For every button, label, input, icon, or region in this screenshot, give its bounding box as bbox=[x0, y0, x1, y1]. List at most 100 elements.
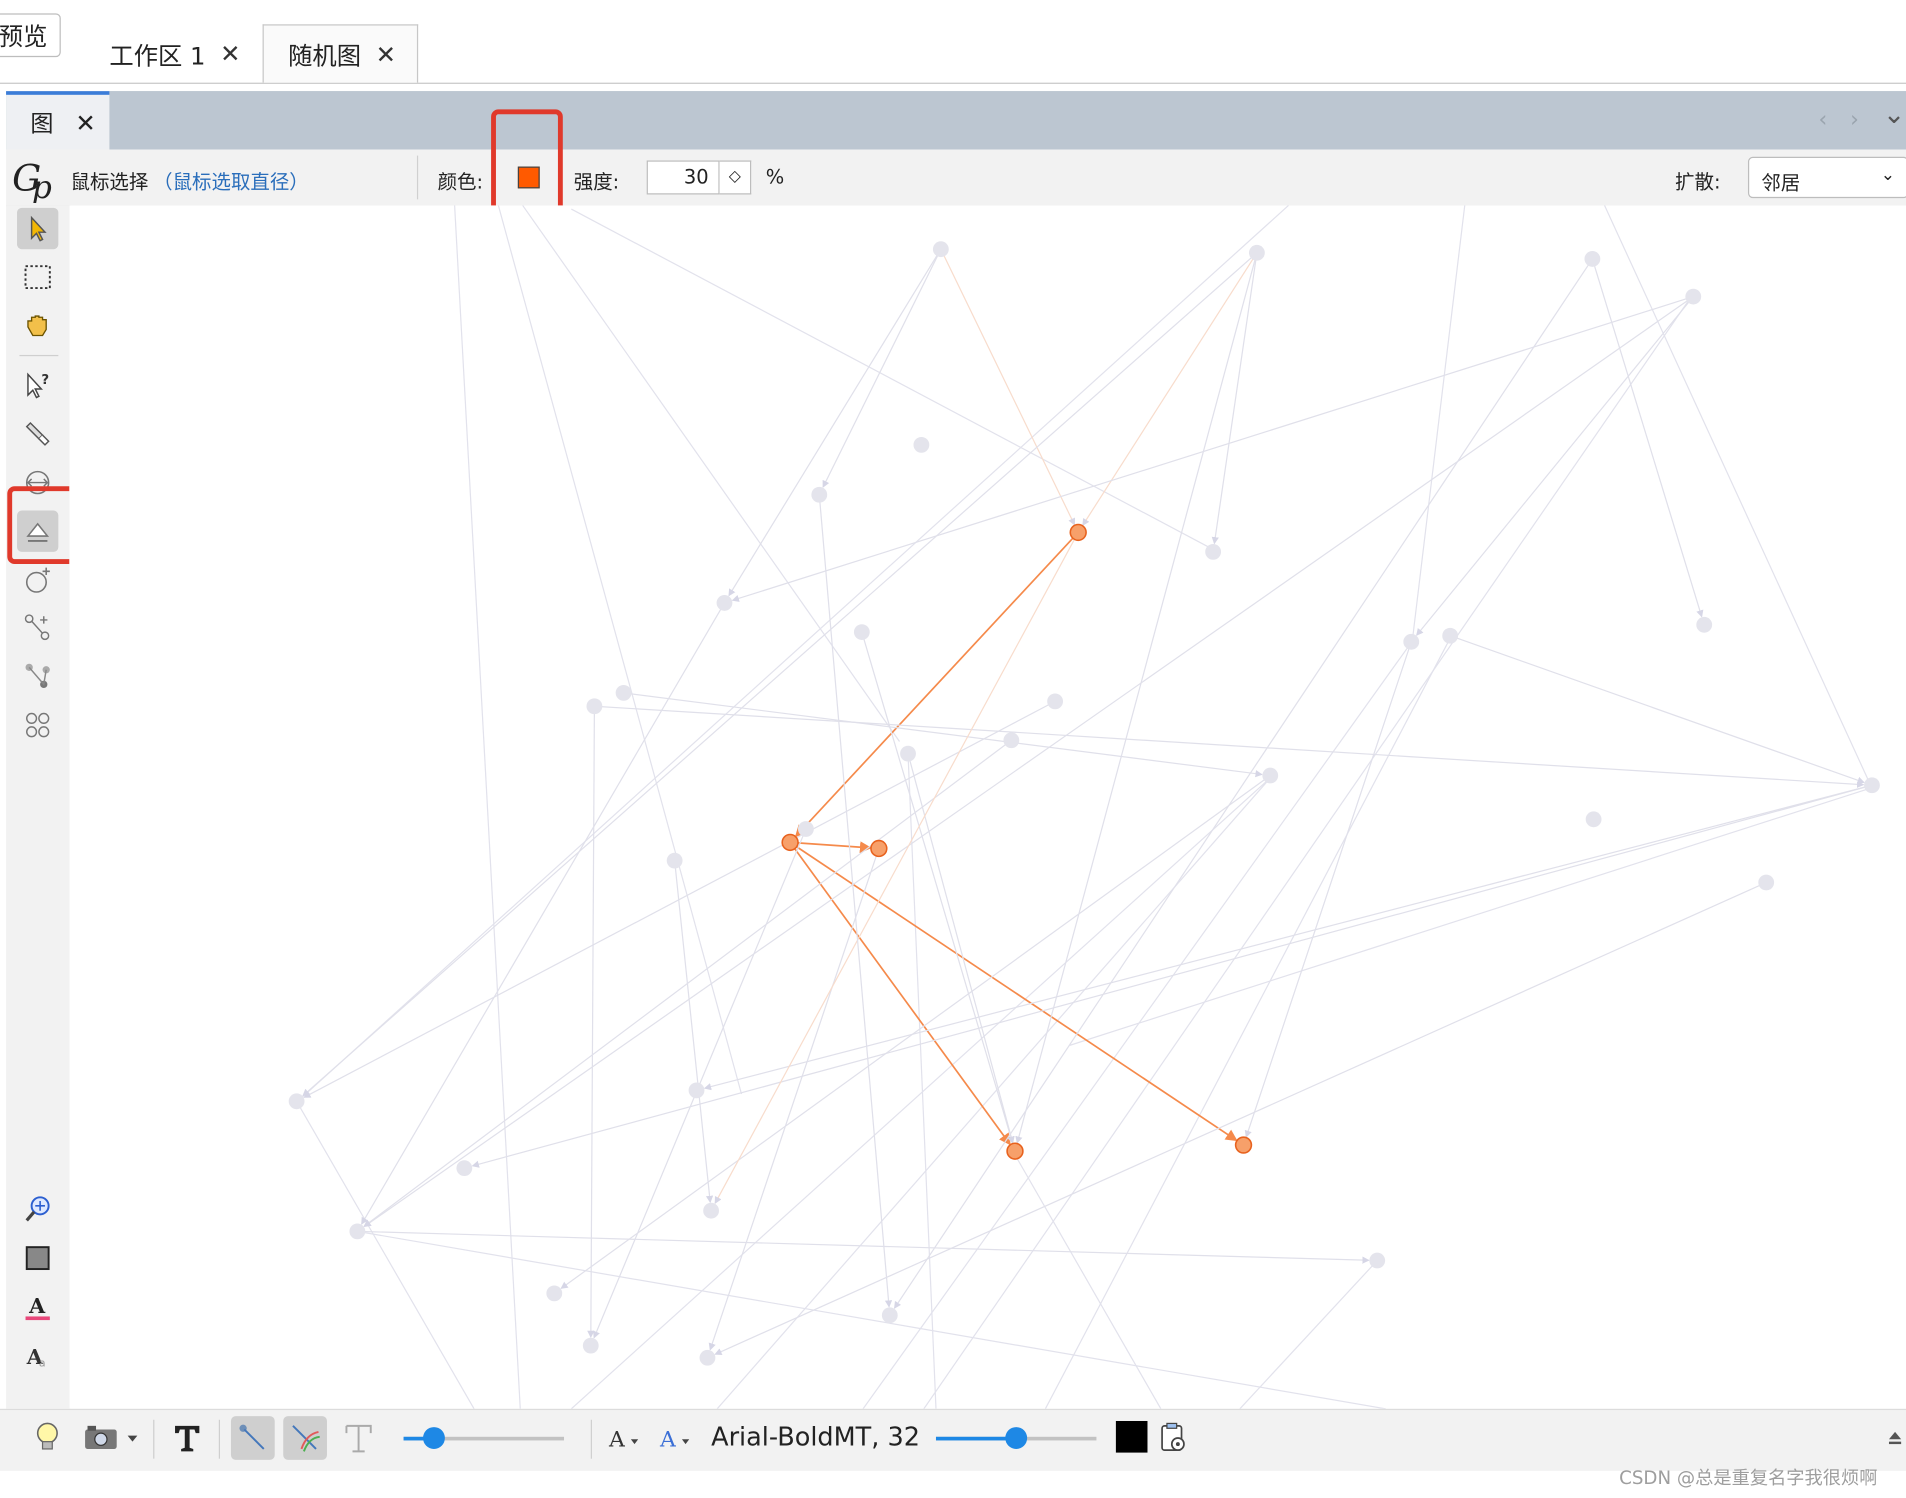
lightbulb-icon[interactable] bbox=[29, 1416, 65, 1460]
preview-button[interactable]: 预览 bbox=[0, 13, 61, 58]
graph-edge-faded bbox=[560, 775, 1271, 1289]
drag-hand-icon[interactable] bbox=[17, 305, 58, 346]
background-color-icon[interactable] bbox=[17, 1237, 58, 1278]
font-color-blue-icon[interactable]: A bbox=[656, 1416, 692, 1460]
graph-node[interactable] bbox=[688, 1082, 705, 1099]
font-color-icon[interactable]: A bbox=[17, 1286, 58, 1327]
svg-text:p: p bbox=[32, 170, 52, 203]
node-pencil-icon[interactable] bbox=[17, 655, 58, 696]
direct-select-icon[interactable] bbox=[17, 207, 59, 250]
graph-node[interactable] bbox=[1585, 811, 1602, 828]
eject-icon[interactable] bbox=[1884, 1416, 1906, 1460]
show-edges-icon[interactable] bbox=[230, 1416, 275, 1460]
close-icon[interactable]: ✕ bbox=[220, 39, 240, 68]
graph-node[interactable] bbox=[1864, 777, 1880, 794]
font-size-icon[interactable]: A bbox=[605, 1416, 641, 1460]
font-size-slider[interactable] bbox=[935, 1423, 1097, 1452]
graph-node[interactable] bbox=[1442, 627, 1459, 644]
close-icon[interactable]: ✕ bbox=[376, 40, 396, 69]
graph-node-highlighted[interactable] bbox=[781, 833, 799, 852]
graph-node[interactable] bbox=[1685, 288, 1702, 305]
chevron-left-icon[interactable]: ‹ bbox=[1818, 107, 1827, 133]
graph-node[interactable] bbox=[1205, 543, 1222, 560]
chevron-down-icon[interactable]: ⌄ bbox=[1883, 100, 1905, 130]
tool-mode-label: 鼠标选择 bbox=[70, 170, 149, 194]
screenshot-camera-icon[interactable] bbox=[80, 1416, 141, 1460]
color-label: 颜色: bbox=[437, 170, 484, 194]
divider bbox=[19, 354, 59, 357]
divider bbox=[590, 1419, 592, 1459]
spinner-icon[interactable]: ◇ bbox=[719, 160, 752, 195]
graph-edge-faded bbox=[587, 706, 596, 1339]
edge-color-icon[interactable] bbox=[283, 1416, 327, 1460]
tab-workspace-1[interactable]: 工作区 1 ✕ bbox=[97, 24, 262, 82]
graph-node[interactable] bbox=[811, 486, 828, 503]
clipboard-settings-icon[interactable] bbox=[1155, 1416, 1191, 1460]
add-node-icon[interactable] bbox=[17, 559, 58, 600]
tab-label: 工作区 1 bbox=[109, 40, 206, 70]
graph-node-highlighted[interactable] bbox=[1069, 523, 1087, 542]
graph-node[interactable] bbox=[1758, 874, 1775, 891]
graph-node[interactable] bbox=[615, 684, 632, 701]
graph-node[interactable] bbox=[798, 821, 814, 837]
graph-edge-faded bbox=[623, 692, 1263, 778]
rect-select-icon[interactable] bbox=[17, 256, 58, 297]
edge-labels-icon[interactable] bbox=[340, 1416, 376, 1460]
cluster-icon[interactable] bbox=[17, 704, 58, 745]
graph-edge-faded bbox=[714, 532, 1079, 1205]
tab-label: 随机图 bbox=[288, 41, 362, 71]
graph-node-highlighted[interactable] bbox=[1234, 1136, 1253, 1154]
graph-edge-faded bbox=[522, 205, 901, 742]
graph-node[interactable] bbox=[456, 1160, 473, 1177]
graph-node[interactable] bbox=[586, 698, 603, 715]
graph-panel-header bbox=[6, 91, 1906, 150]
graph-node[interactable] bbox=[1403, 633, 1420, 650]
graph-node[interactable] bbox=[1696, 616, 1713, 633]
graph-edge-faded bbox=[1449, 635, 1865, 784]
painter-brush-icon[interactable] bbox=[17, 413, 58, 454]
tab-graph[interactable]: 图 ✕ bbox=[6, 91, 110, 150]
graph-node[interactable] bbox=[582, 1337, 599, 1354]
graph-node[interactable] bbox=[1248, 244, 1265, 261]
graph-edge-faded bbox=[296, 1100, 475, 1409]
graph-canvas[interactable] bbox=[69, 205, 1906, 1409]
font-name-label[interactable]: Arial-BoldMT, 32 bbox=[711, 1422, 920, 1451]
node-size-slider[interactable] bbox=[403, 1423, 565, 1452]
graph-node[interactable] bbox=[1003, 732, 1020, 749]
graph-node-highlighted[interactable] bbox=[1006, 1142, 1024, 1160]
spread-dropdown[interactable]: 邻居 ⌄ bbox=[1747, 156, 1906, 199]
graph-node[interactable] bbox=[288, 1093, 305, 1110]
chevron-right-icon[interactable]: › bbox=[1850, 107, 1859, 133]
graph-node[interactable] bbox=[716, 595, 733, 611]
add-edge-icon[interactable] bbox=[17, 607, 58, 648]
tab-random-graph[interactable]: 随机图 ✕ bbox=[262, 24, 419, 83]
graph-edge-faded bbox=[471, 784, 1873, 1168]
label-color-swatch[interactable] bbox=[1115, 1420, 1148, 1453]
graph-node[interactable] bbox=[913, 436, 930, 453]
graph-node[interactable] bbox=[1584, 251, 1601, 267]
graph-node[interactable] bbox=[853, 624, 870, 640]
graph-node[interactable] bbox=[349, 1223, 366, 1240]
close-icon[interactable]: ✕ bbox=[75, 108, 95, 137]
graph-node[interactable] bbox=[1262, 767, 1279, 784]
graph-edge-faded bbox=[1244, 641, 1412, 1138]
graph-node[interactable] bbox=[666, 852, 683, 869]
graph-node[interactable] bbox=[1369, 1252, 1386, 1269]
graph-edge-faded bbox=[357, 1230, 1386, 1409]
svg-text:?: ? bbox=[41, 373, 49, 388]
graph-node[interactable] bbox=[900, 745, 916, 762]
graph-node-highlighted[interactable] bbox=[870, 839, 888, 858]
graph-node[interactable] bbox=[546, 1285, 563, 1302]
graph-node[interactable] bbox=[932, 241, 949, 258]
svg-text:A: A bbox=[659, 1428, 677, 1453]
graph-node[interactable] bbox=[1047, 693, 1064, 710]
graph-node[interactable] bbox=[699, 1349, 716, 1366]
watermark-text: CSDN @总是重复名字我很烦啊 bbox=[1619, 1467, 1878, 1490]
graph-node[interactable] bbox=[881, 1307, 898, 1324]
show-labels-icon[interactable] bbox=[168, 1416, 207, 1460]
zoom-center-icon[interactable] bbox=[17, 1189, 58, 1230]
intensity-input[interactable]: 30 bbox=[646, 160, 720, 195]
edit-query-icon[interactable]: ? bbox=[17, 365, 58, 406]
graph-node[interactable] bbox=[703, 1202, 720, 1219]
font-style-icon[interactable]: Aa bbox=[17, 1333, 58, 1374]
